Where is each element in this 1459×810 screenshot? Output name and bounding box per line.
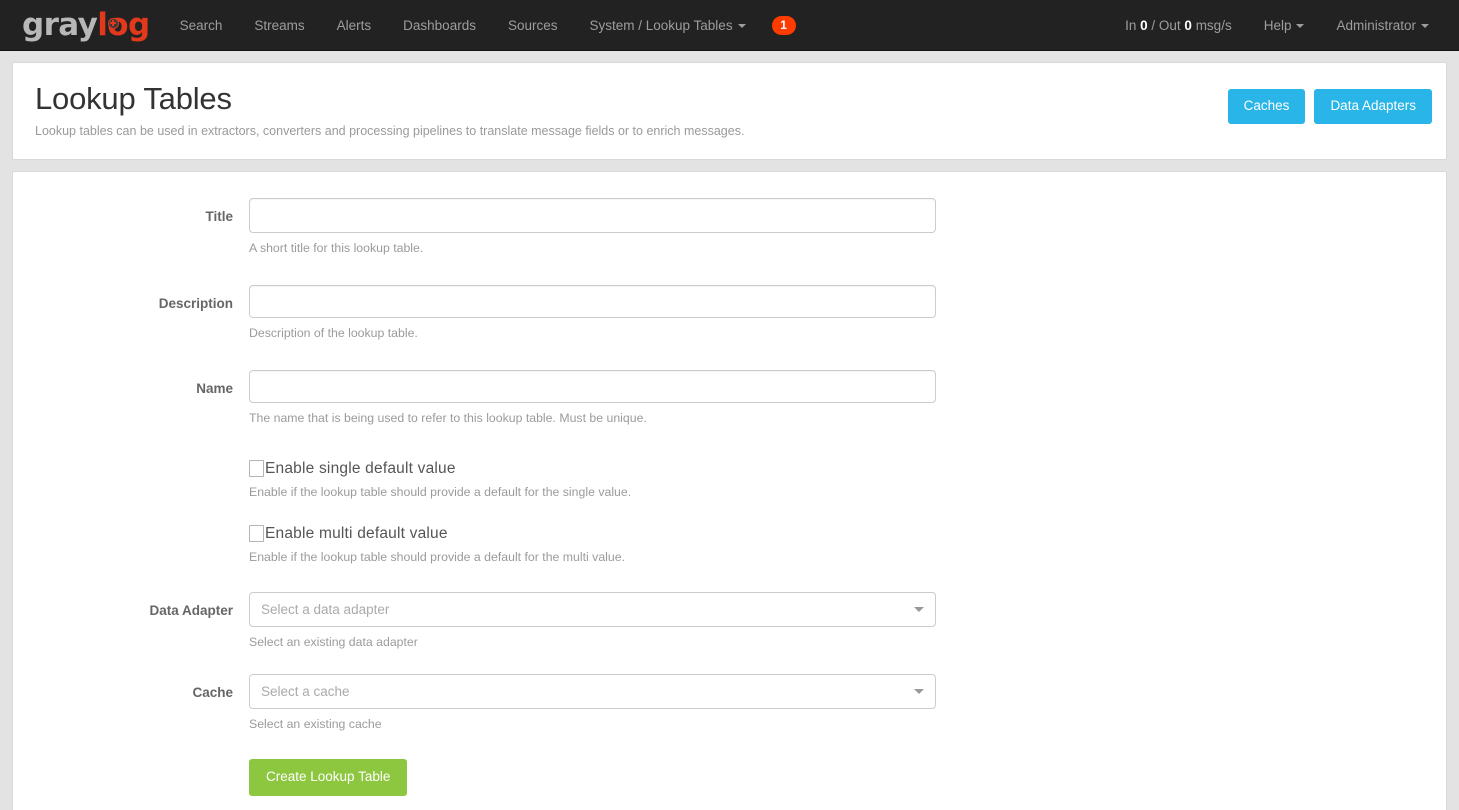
header-actions: Caches Data Adapters [1227, 89, 1432, 124]
caches-button[interactable]: Caches [1227, 89, 1306, 124]
title-input[interactable] [249, 197, 936, 233]
data-adapters-button[interactable]: Data Adapters [1314, 89, 1432, 124]
single-default-checkbox[interactable] [249, 459, 264, 477]
form-group-data-adapter: Data Adapter Select a data adapter Selec… [13, 591, 1446, 651]
nav-link-alerts[interactable]: Alerts [321, 0, 388, 51]
throughput-prefix: In [1125, 17, 1137, 33]
form-group-cache: Cache Select a cache Select an existing … [13, 673, 1446, 733]
description-help-text: Description of the lookup table. [249, 325, 418, 340]
name-help-text: The name that is being used to refer to … [249, 410, 647, 425]
chevron-down-icon [1296, 23, 1305, 28]
brand-text-gray: gray [22, 6, 98, 43]
form-group-single-default: Enable single default value Enable if th… [13, 459, 1446, 501]
nav-link-help[interactable]: Help [1248, 0, 1321, 51]
user-menu-label: Administrator [1336, 17, 1416, 33]
cache-select-placeholder: Select a cache [261, 683, 350, 699]
throughput-in-value: 0 [1140, 17, 1148, 33]
page-subtitle: Lookup tables can be used in extractors,… [35, 123, 745, 138]
form-group-name: Name The name that is being used to refe… [13, 369, 1446, 427]
cache-label: Cache [192, 684, 233, 700]
navbar-right: In 0 / Out 0 msg/s Help Administrator [1109, 0, 1445, 51]
data-adapter-label: Data Adapter [149, 602, 233, 618]
notification-badge[interactable]: 1 [771, 15, 796, 35]
data-adapter-help-text: Select an existing data adapter [249, 634, 418, 649]
system-menu-label: System / Lookup Tables [589, 17, 733, 33]
title-help-text: A short title for this lookup table. [249, 240, 424, 255]
form-group-description: Description Description of the lookup ta… [13, 284, 1446, 342]
page-header-text: Lookup Tables Lookup tables can be used … [35, 81, 744, 139]
form-group-multi-default: Enable multi default value Enable if the… [13, 524, 1446, 566]
nav-link-search[interactable]: Search [164, 0, 239, 51]
nav-link-dashboards[interactable]: Dashboards [387, 0, 492, 51]
chevron-down-icon [737, 23, 746, 28]
nav-link-system-lookup-tables[interactable]: System / Lookup Tables [573, 0, 761, 51]
form-group-submit: Create Lookup Table [13, 758, 1446, 796]
title-label: Title [205, 208, 233, 224]
primary-nav: Search Streams Alerts Dashboards Sources… [164, 0, 796, 51]
graylog-logo[interactable]: graylog [14, 0, 164, 51]
chevron-down-icon [914, 607, 924, 613]
brand-log-label: log [97, 6, 150, 43]
nav-link-streams[interactable]: Streams [238, 0, 320, 51]
nav-link-sources[interactable]: Sources [492, 0, 574, 51]
throughput-suffix: msg/s [1195, 17, 1232, 33]
description-input[interactable] [249, 284, 936, 318]
chevron-down-icon [1421, 23, 1429, 28]
nav-link-user-menu[interactable]: Administrator [1320, 0, 1445, 51]
cache-select[interactable]: Select a cache [249, 673, 936, 709]
data-adapter-select-placeholder: Select a data adapter [261, 601, 390, 617]
chevron-down-icon [914, 689, 924, 695]
page-header-panel: Lookup Tables Lookup tables can be used … [12, 62, 1447, 160]
form-group-title: Title A short title for this lookup tabl… [13, 197, 1446, 257]
brand-text-log: log [97, 6, 150, 43]
lookup-table-form-panel: Title A short title for this lookup tabl… [12, 170, 1447, 810]
multi-default-checkbox-row[interactable]: Enable multi default value [249, 524, 936, 542]
single-default-help-text: Enable if the lookup table should provid… [249, 484, 632, 499]
submit-label-spacer [13, 759, 249, 796]
throughput-middle: / Out [1151, 17, 1181, 33]
page-title: Lookup Tables [35, 81, 232, 116]
help-menu-label: Help [1263, 17, 1292, 33]
page-container: Lookup Tables Lookup tables can be used … [0, 62, 1459, 810]
single-default-label-spacer [13, 460, 249, 501]
target-icon [107, 17, 119, 29]
brand-text: graylog [22, 6, 150, 43]
single-default-checkbox-row[interactable]: Enable single default value [249, 459, 936, 477]
single-default-checkbox-label[interactable]: Enable single default value [265, 461, 456, 477]
multi-default-label-spacer [13, 525, 249, 566]
description-label: Description [158, 295, 233, 311]
data-adapter-select[interactable]: Select a data adapter [249, 591, 936, 627]
top-navbar: graylog Search Streams Alerts Dashboards… [0, 0, 1459, 51]
throughput-indicator: In 0 / Out 0 msg/s [1109, 18, 1248, 33]
multi-default-checkbox-label[interactable]: Enable multi default value [265, 526, 448, 542]
cache-help-text: Select an existing cache [249, 716, 382, 731]
name-input[interactable] [249, 369, 936, 403]
throughput-out-value: 0 [1184, 17, 1192, 33]
multi-default-checkbox[interactable] [249, 524, 264, 542]
create-lookup-table-button[interactable]: Create Lookup Table [249, 758, 408, 796]
name-label: Name [196, 380, 233, 396]
multi-default-help-text: Enable if the lookup table should provid… [249, 549, 625, 564]
